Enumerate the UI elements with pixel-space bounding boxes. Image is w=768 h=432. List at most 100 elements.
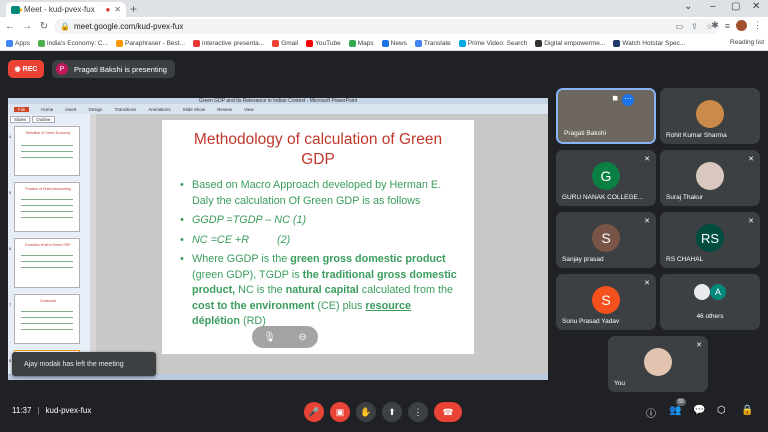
self-photo xyxy=(644,348,672,376)
bookmark-item[interactable]: Watch Hotstar Spec... xyxy=(613,39,685,47)
thumb-line xyxy=(21,199,73,200)
chat-icon[interactable]: 💬 xyxy=(693,405,705,416)
bookmark-item[interactable]: News xyxy=(381,39,407,47)
mic-toggle-button[interactable]: 🎤 xyxy=(304,402,324,422)
camera-toggle-button[interactable]: ▣ xyxy=(330,402,350,422)
ppt-ribbon-tab: Review xyxy=(217,106,232,112)
lock-icon[interactable]: 🔒 xyxy=(60,22,70,31)
slide-text-bold: resource xyxy=(365,299,412,312)
mic-off-icon: ✕ xyxy=(644,280,650,287)
raise-hand-button[interactable]: ✋ xyxy=(356,402,376,422)
activities-icon[interactable]: ⬡ xyxy=(717,405,726,416)
thumb-number: 7 xyxy=(9,302,12,307)
participant-tile[interactable]: ✕ G GURU NANAK COLLEGE... xyxy=(556,150,656,206)
participant-name: GURU NANAK COLLEGE... xyxy=(562,194,644,201)
thumb-number: 6 xyxy=(9,246,12,251)
record-dot-icon: ◉ xyxy=(14,66,21,73)
rec-label: REC xyxy=(22,65,38,73)
mic-off-icon: ✕ xyxy=(748,218,754,225)
meeting-info: 11:37 | kud-pvex-fux xyxy=(12,406,91,415)
mic-off-icon: ✕ xyxy=(644,218,650,225)
participant-tile[interactable]: Rohit Kumar Sharma xyxy=(660,88,760,144)
hand-icon: ✋ xyxy=(360,406,372,417)
info-icon[interactable]: ⓘ xyxy=(646,405,656,420)
camera-icon[interactable]: ▭ xyxy=(676,22,684,31)
profile-avatar[interactable] xyxy=(736,20,747,31)
minimize-icon[interactable]: – xyxy=(710,1,716,12)
speaker-overlay: 🎙 ⊖ xyxy=(252,326,318,348)
others-tile[interactable]: A 46 others xyxy=(660,274,760,330)
back-icon[interactable]: ← xyxy=(3,21,17,32)
slide-thumbnail: Practice of Green Accounting xyxy=(14,182,80,232)
reading-list-button[interactable]: Reading list xyxy=(726,39,764,46)
ppt-ribbon-tab: Transitions xyxy=(114,106,137,112)
thumb-line xyxy=(21,267,73,268)
slide-text: NC is the xyxy=(235,284,286,296)
ppt-ribbon-tab: Design xyxy=(88,106,103,112)
thumb-number: 5 xyxy=(9,190,12,195)
thumb-line xyxy=(21,151,73,152)
bookmark-favicon-icon xyxy=(193,39,201,47)
bookmarks-bar: Apps India's Economy: C... Paraphraser -… xyxy=(0,36,768,51)
meet-favicon-icon xyxy=(11,5,23,14)
participant-tile[interactable]: ✕ Suraj Thakur xyxy=(660,150,760,206)
slide-thumbnail: Evolution of term Green GDP xyxy=(14,238,80,288)
bookmark-item[interactable]: Maps xyxy=(348,39,374,47)
slide-thumbnail: Continued xyxy=(14,294,80,344)
bookmark-item[interactable]: Prime Video: Search xyxy=(458,39,527,47)
other-avatar xyxy=(694,284,710,300)
thumb-title: Evolution of term Green GDP xyxy=(25,243,71,247)
thumb-line xyxy=(21,157,73,158)
mic-off-icon: 🎤 xyxy=(308,406,320,417)
ppt-slides-tab: Slides xyxy=(10,116,31,123)
bookmark-item[interactable]: Digital empowerme... xyxy=(535,39,605,47)
more-options-icon[interactable]: ⋯ xyxy=(622,94,634,106)
bookmark-item[interactable]: Gmail xyxy=(272,39,298,47)
people-icon[interactable]: 👥 xyxy=(669,405,681,416)
thumb-line xyxy=(21,261,73,262)
bookmark-item[interactable]: interactive presenta... xyxy=(193,39,264,47)
eq2-right: (2) xyxy=(277,233,291,246)
thumb-line xyxy=(21,317,73,318)
leave-call-button[interactable]: ☎ xyxy=(434,402,462,422)
bookmark-item[interactable]: India's Economy: C... xyxy=(37,39,108,47)
slide: Methodology of calculation of Green GDP … xyxy=(162,120,474,354)
thumb-line xyxy=(21,311,73,312)
participant-tile[interactable]: ✕ S Sanjay prasad xyxy=(556,212,656,268)
address-bar[interactable]: 🔒 meet.google.com/kud-pvex-fux ▭ ⇪ ☆ xyxy=(54,19,719,34)
browser-toolbar: ← → ↻ 🔒 meet.google.com/kud-pvex-fux ▭ ⇪… xyxy=(0,17,768,36)
forward-icon[interactable]: → xyxy=(20,21,34,32)
bookmark-item[interactable]: Paraphraser - Best... xyxy=(116,39,185,47)
participant-tile[interactable]: ✕ RS RS CHAHAL xyxy=(660,212,760,268)
slide-text-bold: natural capital xyxy=(285,284,359,296)
tab-search-icon[interactable]: ⌄ xyxy=(684,1,692,12)
slide-text-bold: déplétion xyxy=(192,315,240,327)
menu-icon[interactable]: ⋮ xyxy=(753,20,762,31)
share-icon[interactable]: ⇪ xyxy=(691,22,698,31)
browser-tab[interactable]: Meet - kud-pvex-fux ● ✕ xyxy=(6,2,126,17)
restore-icon[interactable]: ▢ xyxy=(731,1,740,12)
translate-icon xyxy=(414,39,422,47)
extensions-icon[interactable]: ✱ xyxy=(711,20,719,31)
thumb-line xyxy=(21,145,73,146)
bookmark-item[interactable]: Translate xyxy=(414,39,451,47)
maps-icon xyxy=(348,39,356,47)
toolbar-right: ✱ ≡ ⋮ xyxy=(711,20,762,31)
host-controls-icon[interactable]: 🔒 xyxy=(741,405,753,416)
thumb-title: Practice of Green Accounting xyxy=(25,187,71,191)
participant-tile[interactable]: ✕ S Sonu Prasad Yadav xyxy=(556,274,656,330)
participant-tile[interactable]: ⋯ ◼ Pragati Bakshi xyxy=(556,88,656,144)
present-button[interactable]: ⬆ xyxy=(382,402,402,422)
bookmark-item[interactable]: YouTube xyxy=(306,39,341,47)
reload-icon[interactable]: ↻ xyxy=(37,21,51,32)
notification-toast: Ajay modak has left the meeting xyxy=(12,352,156,376)
close-window-icon[interactable]: ✕ xyxy=(752,1,760,12)
reading-list-icon[interactable]: ≡ xyxy=(725,21,730,31)
tab-title: Meet - kud-pvex-fux xyxy=(24,5,95,14)
new-tab-button[interactable]: + xyxy=(130,2,137,16)
close-tab-icon[interactable]: ✕ xyxy=(114,5,121,14)
more-options-button[interactable]: ⋮ xyxy=(408,402,428,422)
bookmark-item[interactable]: Apps xyxy=(6,39,30,47)
participant-name: Sonu Prasad Yadav xyxy=(562,318,620,325)
self-tile[interactable]: ✕ You xyxy=(608,336,708,392)
